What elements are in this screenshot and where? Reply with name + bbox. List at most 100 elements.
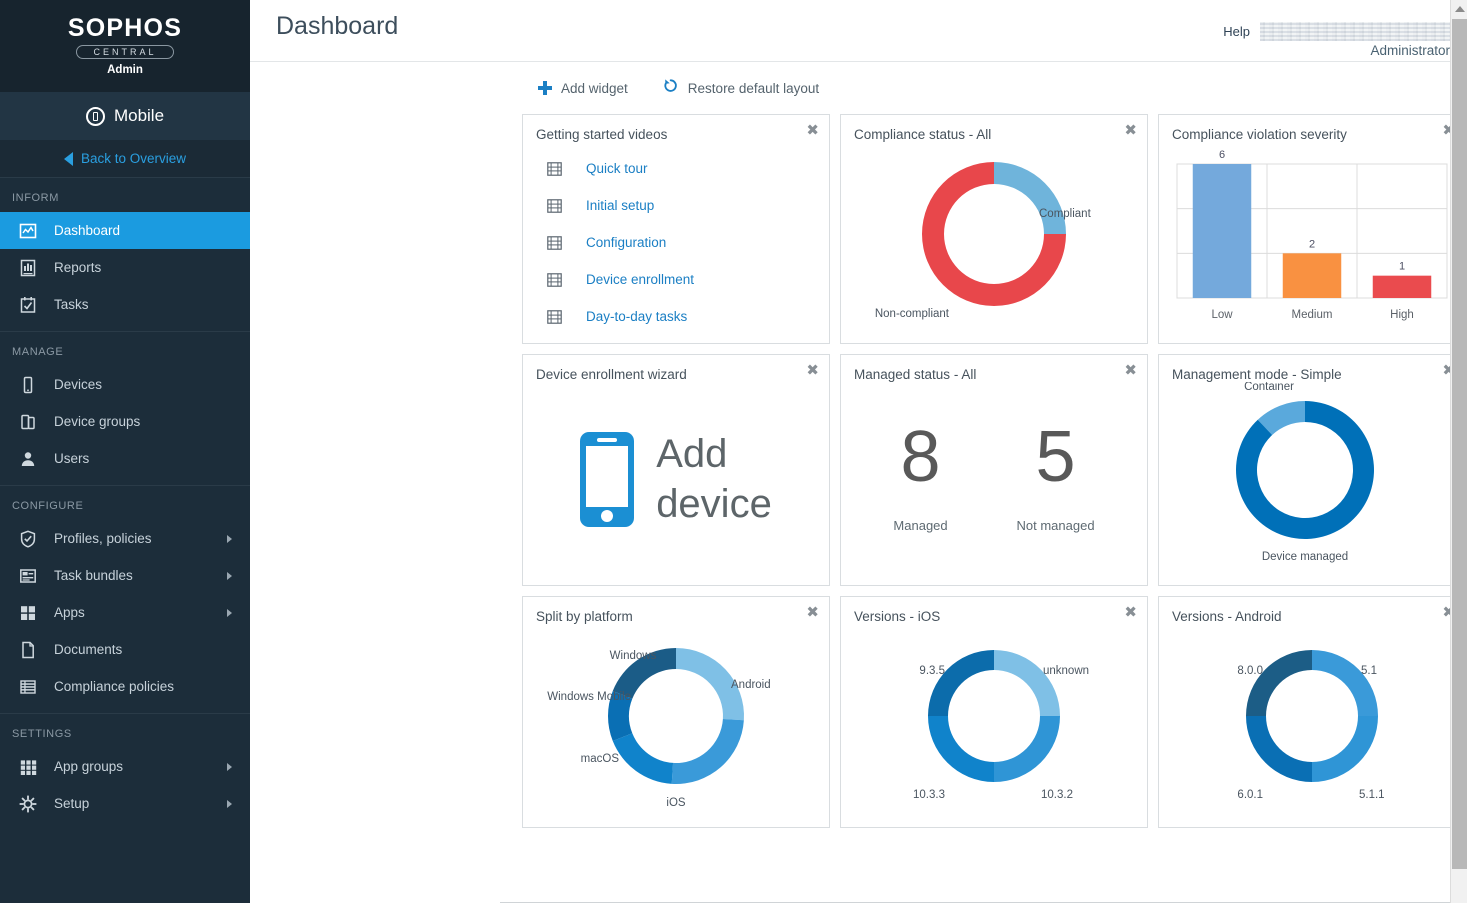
- help-link[interactable]: Help: [1223, 24, 1250, 39]
- widget-area: Getting started videos ✖ Quick tour: [250, 114, 1467, 903]
- add-device-button[interactable]: Add device: [523, 382, 829, 584]
- donut-slice-5-1-1[interactable]: [1312, 716, 1378, 782]
- widget-body: AndroidiOSmacOSWindows MobileWindows: [523, 624, 829, 826]
- chevron-right-icon: [227, 572, 232, 580]
- gear-icon: [18, 794, 38, 814]
- widget-title: Versions - Android: [1159, 597, 1465, 624]
- brand-logo[interactable]: SOPHOS CENTRAL Admin: [0, 0, 250, 92]
- donut-slice-10-3-2[interactable]: [994, 716, 1060, 782]
- versions-ios-donut-chart[interactable]: unknown10.3.210.3.39.3.5: [841, 624, 1147, 826]
- donut-label-5-1: 5.1: [1361, 665, 1377, 677]
- widget-compliance-violation-severity: Compliance violation severity ✖ 6Low2Med…: [1158, 114, 1466, 344]
- bar-high[interactable]: [1373, 276, 1432, 298]
- close-icon[interactable]: ✖: [806, 605, 819, 620]
- film-icon: [547, 236, 562, 250]
- scrollbar-thumb[interactable]: [1452, 19, 1467, 869]
- not-managed-count-cell[interactable]: 5 Not managed: [1017, 423, 1095, 532]
- donut-slice-10-3-3[interactable]: [928, 716, 994, 782]
- sidebar-item-users[interactable]: Users: [0, 440, 250, 477]
- video-link-day-to-day-tasks[interactable]: Day-to-day tasks: [547, 298, 829, 335]
- widget-body: 5.15.1.16.0.18.0.0: [1159, 624, 1465, 826]
- sidebar-nav: INFORM Dashboard Reports TasksMANAGE Dev…: [0, 178, 250, 822]
- versions-android-donut-chart[interactable]: 5.15.1.16.0.18.0.0: [1159, 624, 1465, 826]
- widget-title: Managed status - All: [841, 355, 1147, 382]
- video-link-label: Quick tour: [586, 161, 648, 176]
- close-icon[interactable]: ✖: [1124, 605, 1137, 620]
- restore-default-layout-button[interactable]: Restore default layout: [662, 77, 819, 99]
- list-lines-icon: [18, 677, 38, 697]
- widget-versions-ios: Versions - iOS ✖ unknown10.3.210.3.39.3.…: [840, 596, 1148, 828]
- sidebar-item-label: App groups: [54, 759, 123, 774]
- video-link-initial-setup[interactable]: Initial setup: [547, 187, 829, 224]
- donut-slice-8-0-0[interactable]: [1246, 650, 1312, 716]
- video-link-label: Device enrollment: [586, 272, 694, 287]
- add-widget-button[interactable]: Add widget: [538, 81, 628, 96]
- compliance-violation-severity-bar-chart[interactable]: 6Low2Medium1High: [1159, 142, 1465, 342]
- managed-count-cell[interactable]: 8 Managed: [893, 423, 947, 532]
- sidebar-item-profiles-policies[interactable]: Profiles, policies: [0, 520, 250, 557]
- donut-label-windows-mobile: Windows Mobile: [547, 691, 631, 703]
- managed-counts: 8 Managed 5 Not managed: [841, 382, 1147, 584]
- compliance-status-donut-chart[interactable]: CompliantNon-compliant: [841, 142, 1147, 342]
- close-icon[interactable]: ✖: [806, 123, 819, 138]
- sidebar-item-task-bundles[interactable]: Task bundles: [0, 557, 250, 594]
- main-area: Dashboard Help Administrator Add widget: [250, 0, 1467, 903]
- split-by-platform-donut-chart[interactable]: AndroidiOSmacOSWindows MobileWindows: [523, 624, 829, 826]
- widget-compliance-status: Compliance status - All ✖ CompliantNon-c…: [840, 114, 1148, 344]
- management-mode-donut-chart[interactable]: ContainerDevice managed: [1159, 382, 1465, 584]
- document-icon: [18, 640, 38, 660]
- widget-body: Quick tour Initial setup Configuration: [523, 142, 829, 342]
- donut-label-non-compliant: Non-compliant: [875, 308, 950, 320]
- sidebar-item-label: Reports: [54, 260, 101, 275]
- scroll-up-arrow-icon[interactable]: [1451, 0, 1467, 17]
- donut-slice-ios[interactable]: [672, 719, 744, 784]
- film-icon: [547, 199, 562, 213]
- x-tick-high: High: [1390, 309, 1414, 321]
- bar-low[interactable]: [1193, 164, 1252, 298]
- donut-slice-compliant[interactable]: [994, 162, 1066, 234]
- video-link-device-enrollment[interactable]: Device enrollment: [547, 261, 829, 298]
- plus-icon: [538, 81, 552, 95]
- donut-slice-unknown[interactable]: [994, 650, 1060, 716]
- donut-slice-macos[interactable]: [613, 733, 673, 784]
- logo-central-badge: CENTRAL: [76, 45, 173, 59]
- donut-slice-5-1[interactable]: [1312, 650, 1378, 716]
- close-icon[interactable]: ✖: [1124, 123, 1137, 138]
- video-link-configuration[interactable]: Configuration: [547, 224, 829, 261]
- bar-value-high: 1: [1399, 261, 1405, 273]
- donut-slice-device-managed[interactable]: [1236, 401, 1374, 539]
- restore-icon: [662, 77, 679, 99]
- sidebar-item-label: Profiles, policies: [54, 531, 152, 546]
- page-title: Dashboard: [276, 10, 398, 43]
- app-groups-grid-icon: [18, 757, 38, 777]
- sidebar-item-compliance-policies[interactable]: Compliance policies: [0, 668, 250, 705]
- close-icon[interactable]: ✖: [806, 363, 819, 378]
- nav-group-title-configure: CONFIGURE: [0, 486, 250, 520]
- sidebar-item-documents[interactable]: Documents: [0, 631, 250, 668]
- close-icon[interactable]: ✖: [1124, 363, 1137, 378]
- video-link-label: Day-to-day tasks: [586, 309, 687, 324]
- account-name-redacted: [1260, 22, 1450, 41]
- donut-slice-9-3-5[interactable]: [928, 650, 994, 716]
- widget-body: Add device: [523, 382, 829, 584]
- film-icon: [547, 162, 562, 176]
- product-switcher-mobile[interactable]: Mobile: [0, 92, 250, 140]
- sidebar-item-label: Task bundles: [54, 568, 133, 583]
- film-icon: [547, 273, 562, 287]
- sidebar-item-setup[interactable]: Setup: [0, 785, 250, 822]
- donut-slice-6-0-1[interactable]: [1246, 716, 1312, 782]
- sidebar-item-device-groups[interactable]: Device groups: [0, 403, 250, 440]
- back-to-overview-link[interactable]: Back to Overview: [0, 140, 250, 178]
- bar-medium[interactable]: [1283, 253, 1342, 298]
- sidebar-item-apps[interactable]: Apps: [0, 594, 250, 631]
- video-link-quick-tour[interactable]: Quick tour: [547, 150, 829, 187]
- devices-stack-icon: [18, 412, 38, 432]
- sidebar-item-devices[interactable]: Devices: [0, 366, 250, 403]
- widget-body: ContainerDevice managed: [1159, 382, 1465, 584]
- sidebar-item-app-groups[interactable]: App groups: [0, 748, 250, 785]
- widget-split-by-platform: Split by platform ✖ AndroidiOSmacOSWindo…: [522, 596, 830, 828]
- sidebar-item-tasks[interactable]: Tasks: [0, 286, 250, 323]
- sidebar-item-reports[interactable]: Reports: [0, 249, 250, 286]
- page-scrollbar[interactable]: [1450, 0, 1467, 903]
- sidebar-item-dashboard[interactable]: Dashboard: [0, 212, 250, 249]
